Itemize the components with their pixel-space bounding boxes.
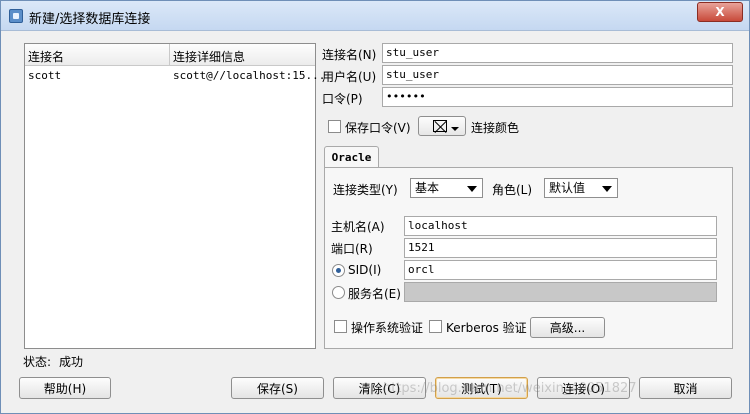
sid-radio[interactable] (332, 264, 345, 277)
service-name-label: 服务名(E) (348, 287, 401, 301)
app-icon (9, 9, 23, 23)
tab-oracle[interactable]: Oracle (324, 146, 379, 168)
chevron-down-icon (451, 127, 459, 131)
column-divider[interactable] (169, 44, 170, 66)
connection-color-label: 连接颜色 (471, 121, 520, 135)
service-name-radio[interactable] (332, 286, 345, 299)
conn-name-input[interactable]: stu_user (382, 43, 733, 63)
port-label: 端口(R) (331, 242, 373, 256)
chevron-down-icon (602, 186, 612, 192)
status-value: 成功 (59, 355, 84, 369)
table-row[interactable]: scott scott@//localhost:15... (25, 67, 325, 85)
column-header-name[interactable]: 连接名 (28, 48, 64, 65)
hostname-input[interactable]: localhost (404, 216, 717, 236)
hostname-label: 主机名(A) (331, 220, 385, 234)
save-password-label: 保存口令(V) (345, 121, 411, 135)
status-area: 状态: 成功 (23, 353, 83, 370)
service-name-input[interactable] (404, 282, 717, 302)
advanced-button[interactable]: 高级... (530, 317, 605, 338)
port-input[interactable]: 1521 (404, 238, 717, 258)
role-label: 角色(L) (492, 183, 533, 197)
color-swatch-icon (433, 120, 447, 132)
help-button[interactable]: 帮助(H) (19, 377, 111, 399)
conn-type-select[interactable]: 基本 (410, 178, 483, 198)
window-title: 新建/选择数据库连接 (29, 12, 151, 27)
save-button[interactable]: 保存(S) (231, 377, 324, 399)
username-label: 用户名(U) (322, 70, 377, 84)
role-select[interactable]: 默认值 (544, 178, 618, 198)
list-header: 连接名 连接详细信息 (25, 44, 315, 66)
os-auth-checkbox[interactable] (334, 320, 347, 333)
status-label: 状态: (23, 355, 52, 369)
role-value: 默认值 (549, 181, 586, 195)
row-name: scott (28, 69, 62, 82)
chevron-down-icon (467, 186, 477, 192)
title-bar: 新建/选择数据库连接 X (1, 1, 749, 31)
conn-type-label: 连接类型(Y) (333, 183, 398, 197)
sid-input[interactable]: orcl (404, 260, 717, 280)
database-connection-dialog: 新建/选择数据库连接 X 连接名 连接详细信息 scott scott@//lo… (0, 0, 750, 414)
username-input[interactable]: stu_user (382, 65, 733, 85)
row-details: scott@//localhost:15... (173, 69, 326, 82)
close-button[interactable]: X (697, 2, 743, 22)
cancel-button[interactable]: 取消 (639, 377, 732, 399)
conn-name-label: 连接名(N) (322, 48, 377, 62)
watermark: https://blog.csdn.net/weixin_40051827 (383, 381, 637, 396)
os-auth-label: 操作系统验证 (351, 321, 424, 335)
save-password-checkbox[interactable] (328, 120, 341, 133)
kerberos-checkbox[interactable] (429, 320, 442, 333)
connection-list[interactable]: 连接名 连接详细信息 scott scott@//localhost:15... (24, 43, 325, 349)
conn-type-value: 基本 (415, 181, 440, 195)
sid-label: SID(I) (348, 263, 382, 277)
password-label: 口令(P) (322, 92, 363, 106)
kerberos-label: Kerberos 验证 (446, 321, 527, 335)
column-header-details[interactable]: 连接详细信息 (173, 48, 245, 65)
connection-color-button[interactable] (418, 116, 466, 136)
password-input[interactable]: •••••• (382, 87, 733, 107)
